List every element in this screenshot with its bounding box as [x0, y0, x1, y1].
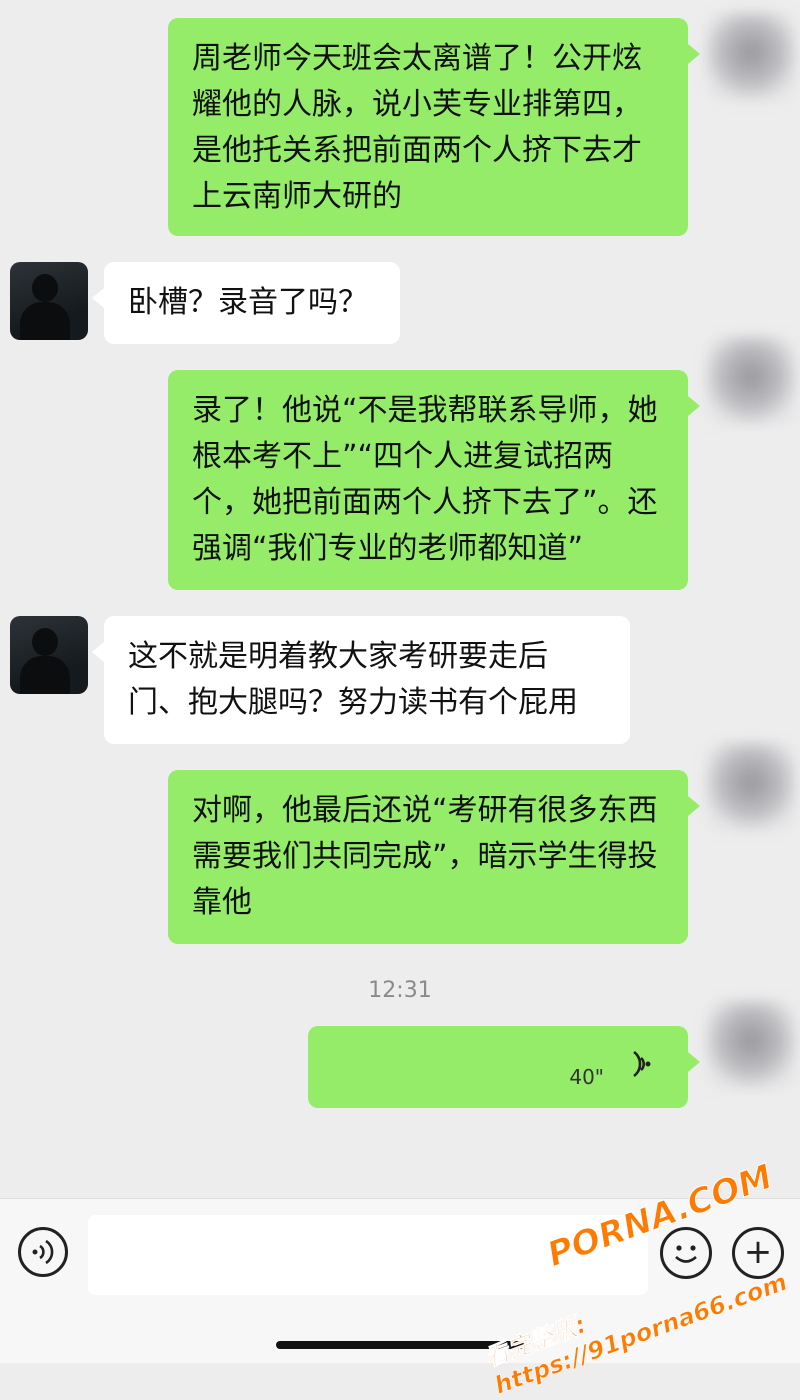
- message-bubble-sent[interactable]: 对啊，他最后还说“考研有很多东西需要我们共同完成”，暗示学生得投靠他: [168, 770, 700, 944]
- my-avatar[interactable]: [706, 1000, 796, 1090]
- voice-play-icon: [633, 1050, 651, 1078]
- my-avatar[interactable]: [706, 742, 796, 832]
- message-timestamp: 12:31: [368, 978, 432, 1003]
- my-avatar[interactable]: [706, 12, 796, 102]
- message-bubble-received[interactable]: 卧槽？录音了吗？: [92, 262, 400, 344]
- message-bubble-sent[interactable]: 录了！他说“不是我帮联系导师，她根本考不上”“四个人进复试招两个，她把前面两个人…: [168, 370, 700, 590]
- message-text: 周老师今天班会太离谱了！公开炫耀他的人脉，说小芙专业排第四，是他托关系把前面两个…: [192, 41, 642, 214]
- voice-wave-icon: [32, 1239, 54, 1265]
- voice-message-bubble[interactable]: 40": [308, 1026, 700, 1108]
- message-text: 对啊，他最后还说“考研有很多东西需要我们共同完成”，暗示学生得投靠他: [192, 793, 658, 920]
- contact-avatar[interactable]: [10, 262, 88, 340]
- contact-avatar[interactable]: [10, 616, 88, 694]
- message-text: 这不就是明着教大家考研要走后门、抱大腿吗？努力读书有个屁用: [128, 639, 578, 720]
- voice-input-button[interactable]: [18, 1227, 68, 1277]
- my-avatar[interactable]: [706, 336, 796, 426]
- message-bubble-sent[interactable]: 周老师今天班会太离谱了！公开炫耀他的人脉，说小芙专业排第四，是他托关系把前面两个…: [168, 18, 700, 236]
- message-text: 卧槽？录音了吗？: [128, 285, 368, 320]
- voice-duration: 40": [569, 1065, 604, 1089]
- message-text: 录了！他说“不是我帮联系导师，她根本考不上”“四个人进复试招两个，她把前面两个人…: [192, 393, 658, 566]
- message-bubble-received[interactable]: 这不就是明着教大家考研要走后门、抱大腿吗？努力读书有个屁用: [92, 616, 630, 744]
